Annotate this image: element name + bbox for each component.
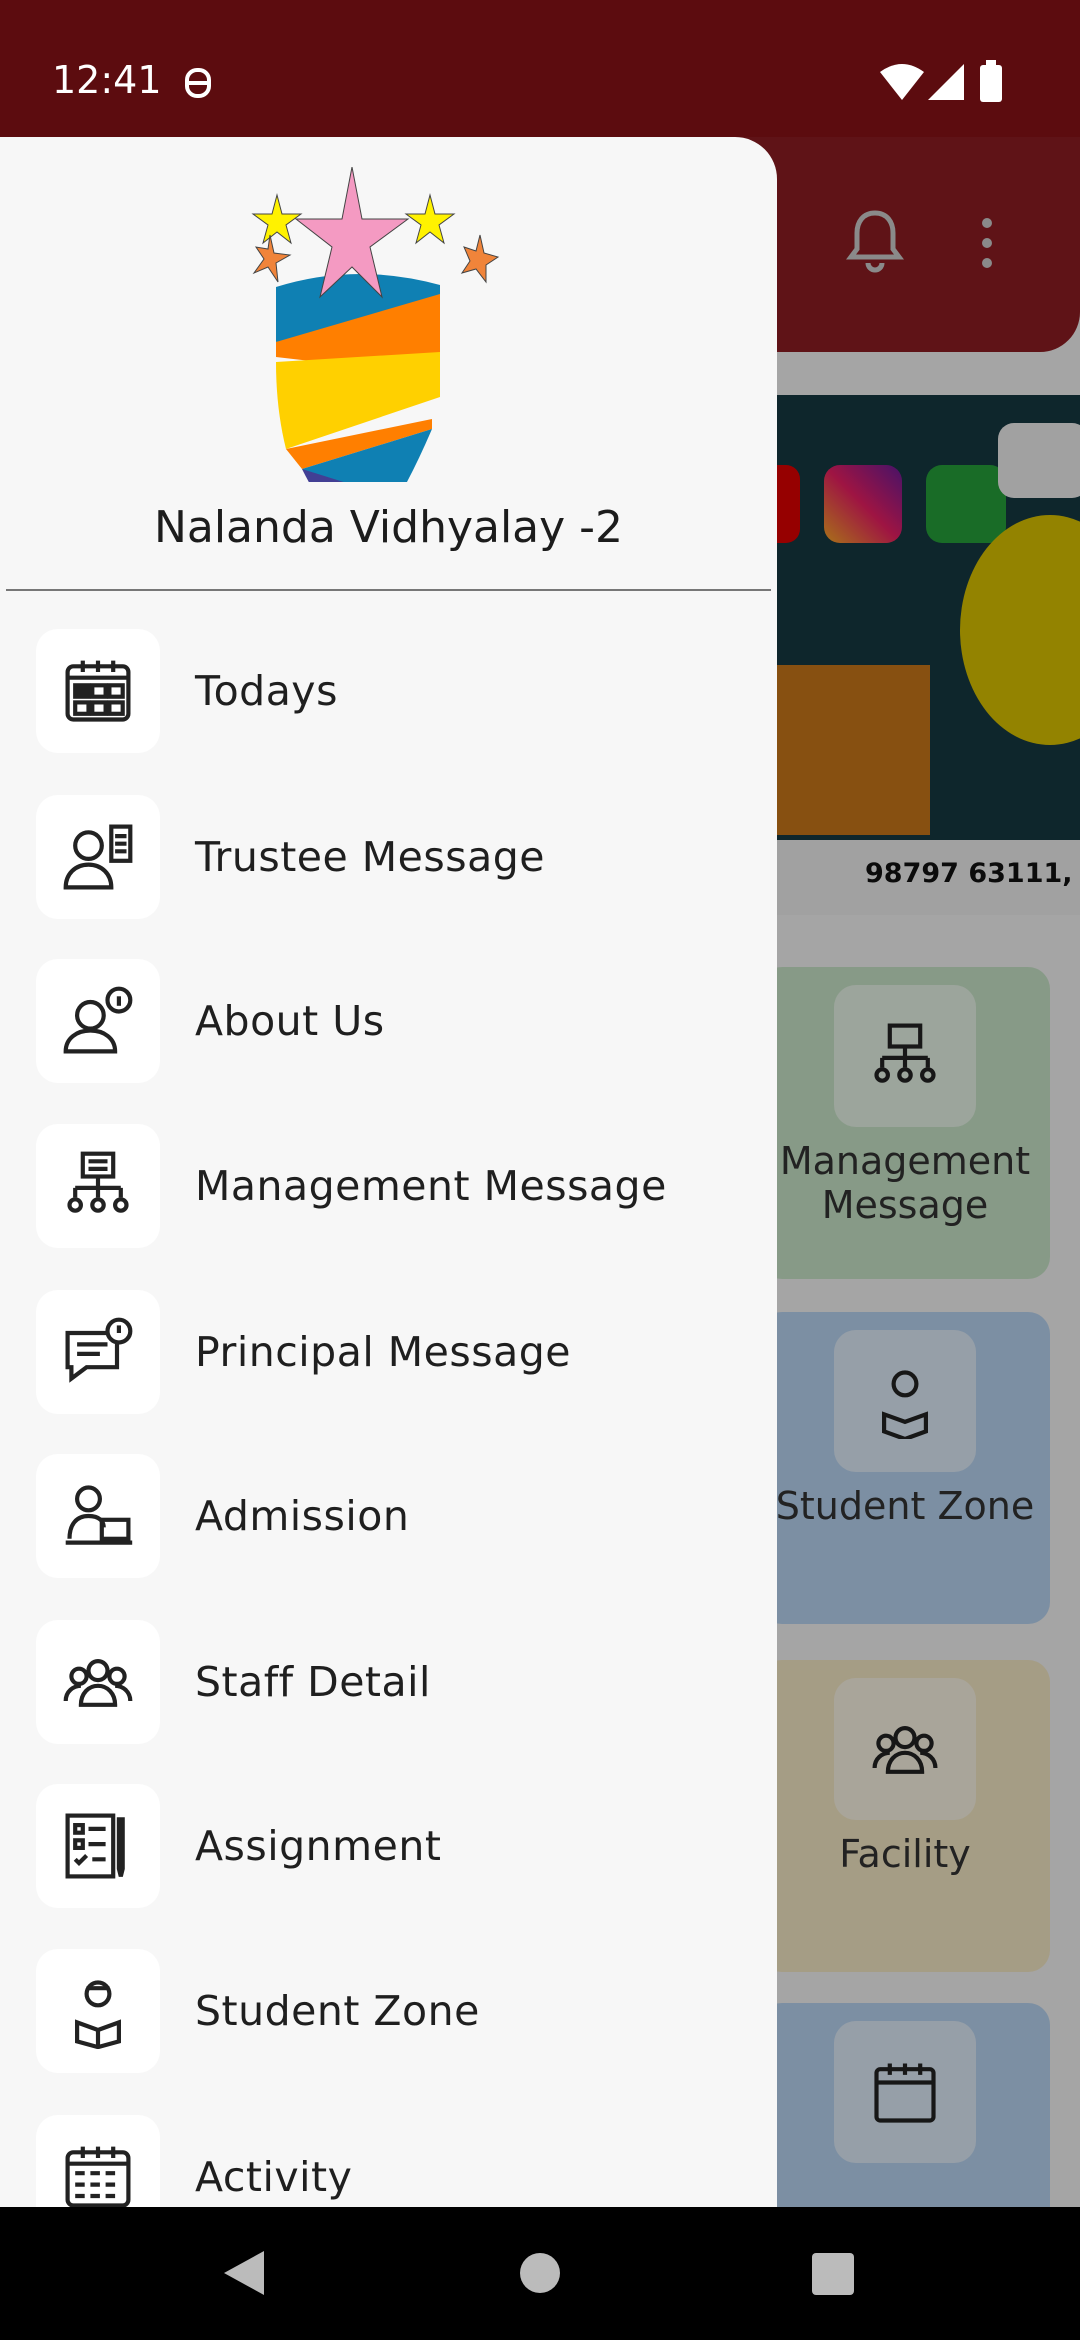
back-icon[interactable]: [222, 2249, 266, 2297]
drawer-item-principal-message[interactable]: Principal Message: [36, 1290, 756, 1414]
group-icon: [63, 1659, 133, 1707]
system-nav-bar: [0, 2207, 1080, 2340]
org-chart-icon: [67, 1151, 129, 1213]
school-name: Nalanda Vidhyalay -2: [153, 502, 624, 553]
drawer-item-staff-detail[interactable]: Staff Detail: [36, 1620, 756, 1744]
school-logo: [251, 167, 500, 482]
checklist-icon: [65, 1813, 125, 1879]
calendar-grid-icon: [65, 2146, 131, 2207]
battery-icon: [980, 60, 1002, 102]
drawer-item-activity[interactable]: Activity: [36, 2115, 756, 2207]
recents-icon[interactable]: [812, 2253, 854, 2295]
vpn-icon: [185, 68, 211, 98]
divider: [6, 589, 771, 591]
trustee-icon: [63, 824, 133, 890]
drawer-item-management-message[interactable]: Management Message: [36, 1124, 756, 1248]
drawer-item-assignment[interactable]: Assignment: [36, 1784, 756, 1908]
wifi-icon: [880, 64, 924, 100]
student-icon: [75, 1980, 121, 2049]
calendar-icon: [65, 660, 131, 722]
home-icon[interactable]: [518, 2251, 562, 2295]
drawer-item-admission[interactable]: Admission: [36, 1454, 756, 1578]
status-bar: 12:41: [0, 0, 1080, 137]
person-laptop-icon: [65, 1485, 133, 1545]
chat-alert-icon: [65, 1317, 133, 1383]
drawer-item-trustee-message[interactable]: Trustee Message: [36, 795, 756, 919]
drawer-item-about-us[interactable]: About Us: [36, 959, 756, 1083]
drawer-item-todays[interactable]: Todays: [36, 629, 756, 753]
signal-icon: [928, 64, 964, 100]
drawer-item-student-zone[interactable]: Student Zone: [36, 1949, 756, 2073]
person-info-icon: [63, 986, 133, 1054]
navigation-drawer: Nalanda Vidhyalay -2 Todays Trustee Mess…: [0, 137, 777, 2207]
